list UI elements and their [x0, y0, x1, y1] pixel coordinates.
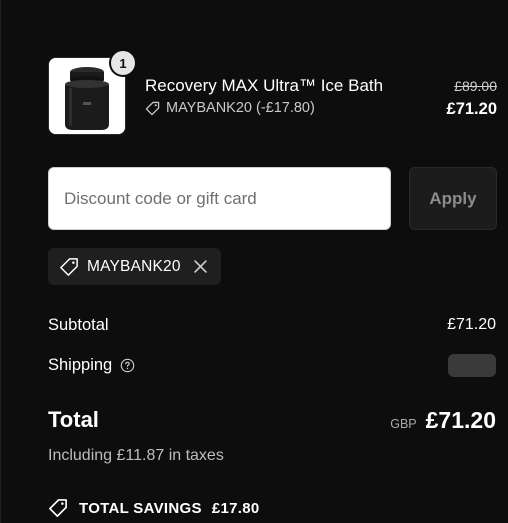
- applied-discount-code: MAYBANK20: [87, 257, 181, 275]
- question-circle-icon[interactable]: [120, 358, 135, 373]
- apply-button[interactable]: Apply: [409, 167, 497, 230]
- shipping-label: Shipping: [48, 356, 113, 374]
- total-savings-label: TOTAL SAVINGS: [79, 499, 202, 517]
- original-price: £89.00: [454, 78, 497, 94]
- tag-icon: [48, 498, 68, 518]
- subtotal-value: £71.20: [447, 316, 496, 333]
- product-thumbnail: 1: [48, 51, 135, 135]
- currency-code: GBP: [390, 417, 417, 431]
- discount-code-input[interactable]: [48, 167, 391, 230]
- close-icon[interactable]: [193, 259, 209, 275]
- tag-icon: [59, 257, 79, 277]
- product-name: Recovery MAX Ultra™ Ice Bath: [145, 76, 384, 95]
- taxes-note: Including £11.87 in taxes: [48, 447, 224, 464]
- applied-discount-chip: MAYBANK20: [48, 248, 221, 285]
- total-savings: TOTAL SAVINGS £17.80: [48, 498, 260, 518]
- total-savings-amount: £17.80: [211, 499, 260, 517]
- order-summary-panel: 1 Recovery MAX Ultra™ Ice Bath MAYBANK20…: [0, 0, 508, 523]
- discounted-price: £71.20: [446, 100, 497, 118]
- line-item: 1 Recovery MAX Ultra™ Ice Bath MAYBANK20…: [48, 51, 497, 137]
- total-value: GBP £71.20: [390, 407, 496, 434]
- total-amount: £71.20: [425, 407, 496, 433]
- line-item-discount: MAYBANK20 (-£17.80): [145, 100, 315, 116]
- tag-icon: [145, 101, 160, 116]
- quantity-badge: 1: [111, 51, 135, 75]
- total-label: Total: [48, 407, 99, 432]
- line-item-discount-text: MAYBANK20 (-£17.80): [166, 100, 315, 116]
- shipping-value-loading: [448, 354, 496, 377]
- subtotal-label: Subtotal: [48, 316, 109, 334]
- shipping-row: Shipping: [48, 356, 135, 375]
